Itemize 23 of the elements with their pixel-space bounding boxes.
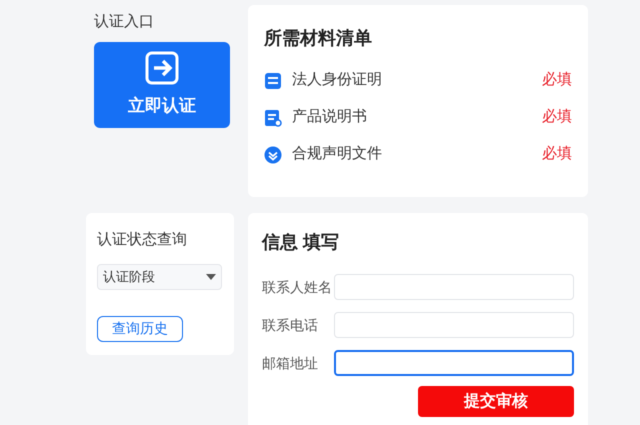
text-input[interactable] bbox=[334, 350, 574, 376]
section-label: 认证入口 bbox=[94, 12, 155, 32]
chevron-badge-icon bbox=[264, 146, 282, 164]
dropdown-caret-icon bbox=[206, 274, 216, 280]
document-icon bbox=[264, 72, 282, 90]
start-certification-button[interactable]: 立即认证 bbox=[94, 42, 230, 128]
card-title: 信息 填写 bbox=[262, 231, 340, 254]
arrow-right-icon bbox=[145, 50, 179, 85]
material-name: 法人身份证明 bbox=[292, 70, 382, 90]
field-label: 联系人姓名 bbox=[262, 278, 333, 296]
required-tag: 必填 bbox=[542, 69, 572, 92]
material-name: 产品说明书 bbox=[292, 107, 367, 128]
card-title: 认证状态查询 bbox=[97, 230, 187, 250]
required-tag: 必填 bbox=[542, 106, 572, 129]
card-title: 所需材料清单 bbox=[264, 27, 373, 50]
submit-button[interactable]: 提交审核 bbox=[418, 386, 574, 417]
document-icon bbox=[264, 108, 282, 126]
material-name: 合规声明文件 bbox=[292, 144, 382, 164]
required-tag: 必填 bbox=[542, 143, 572, 166]
field-label: 邮箱地址 bbox=[262, 354, 319, 372]
field-label: 联系电话 bbox=[262, 316, 319, 334]
stage-select[interactable]: 认证阶段 bbox=[97, 264, 222, 290]
query-history-button[interactable]: 查询历史 bbox=[97, 316, 183, 342]
